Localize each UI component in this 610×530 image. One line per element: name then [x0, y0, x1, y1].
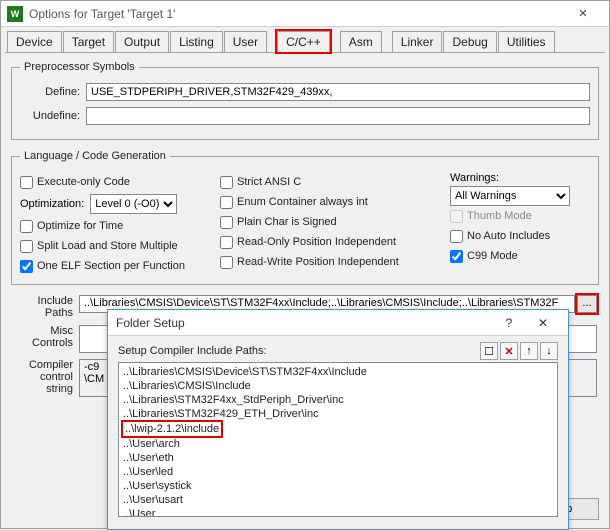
chk-plain-char[interactable]: Plain Char is Signed	[220, 212, 440, 232]
tab-output[interactable]: Output	[115, 31, 169, 52]
options-dialog: W Options for Target 'Target 1' ✕ Device…	[0, 0, 610, 529]
folder-setup-help-button[interactable]: ?	[492, 312, 526, 334]
label-undefine: Undefine:	[20, 110, 80, 122]
include-paths-listbox[interactable]: ..\Libraries\CMSIS\Device\ST\STM32F4xx\I…	[118, 362, 558, 517]
tab-ccpp[interactable]: C/C++	[277, 31, 330, 52]
window-title: Options for Target 'Target 1'	[29, 7, 175, 21]
list-item[interactable]: ..\User\arch	[123, 437, 553, 451]
chk-thumb: Thumb Mode	[450, 206, 580, 226]
tab-listing[interactable]: Listing	[170, 31, 223, 52]
list-item[interactable]: ..\User\systick	[123, 479, 553, 493]
group-language: Language / Code Generation Execute-only …	[11, 150, 599, 285]
titlebar: W Options for Target 'Target 1' ✕	[1, 1, 609, 27]
legend-language: Language / Code Generation	[20, 150, 170, 162]
select-warnings[interactable]: All Warnings	[450, 186, 570, 206]
folder-setup-dialog: Folder Setup ? ✕ Setup Compiler Include …	[107, 309, 569, 530]
label-define: Define:	[20, 86, 80, 98]
list-item[interactable]: ..\Libraries\CMSIS\Device\ST\STM32F4xx\I…	[123, 365, 553, 379]
folder-setup-close-button[interactable]: ✕	[526, 312, 560, 334]
tool-moveup-icon[interactable]: ↑	[520, 342, 538, 360]
chk-one-elf[interactable]: One ELF Section per Function	[20, 256, 210, 276]
list-item[interactable]: ..\Libraries\STM32F4xx_StdPeriph_Driver\…	[123, 393, 553, 407]
input-define[interactable]	[86, 83, 590, 101]
tab-device[interactable]: Device	[7, 31, 62, 52]
label-misc-controls: Misc Controls	[13, 325, 73, 349]
tool-delete-icon[interactable]: ✕	[500, 342, 518, 360]
chk-exec-only[interactable]: Execute-only Code	[20, 172, 210, 192]
select-optimization[interactable]: Level 0 (-O0)	[90, 194, 177, 214]
browse-include-button[interactable]: ...	[577, 295, 597, 313]
chk-noauto[interactable]: No Auto Includes	[450, 226, 580, 246]
label-compiler-string: Compiler control string	[13, 359, 73, 395]
chk-split-load[interactable]: Split Load and Store Multiple	[20, 236, 210, 256]
chk-c99[interactable]: C99 Mode	[450, 246, 580, 266]
tab-spacer	[331, 31, 339, 52]
tab-debug[interactable]: Debug	[443, 31, 496, 52]
tab-target[interactable]: Target	[63, 31, 114, 52]
chk-ropi[interactable]: Read-Only Position Independent	[220, 232, 440, 252]
chk-rwpi[interactable]: Read-Write Position Independent	[220, 252, 440, 272]
label-optimization: Optimization:	[20, 198, 84, 210]
list-item[interactable]: ..\Libraries\CMSIS\Include	[123, 379, 553, 393]
tab-bar: Device Target Output Listing User C/C++ …	[1, 27, 609, 52]
list-item[interactable]: ..\User\eth	[123, 451, 553, 465]
tab-utilities[interactable]: Utilities	[498, 31, 555, 52]
list-item[interactable]: ..\User\led	[123, 465, 553, 479]
tab-spacer	[383, 31, 391, 52]
group-preprocessor: Preprocessor Symbols Define: Undefine:	[11, 61, 599, 140]
close-button[interactable]: ✕	[563, 2, 603, 26]
tab-asm[interactable]: Asm	[340, 31, 382, 52]
chk-strict-ansi[interactable]: Strict ANSI C	[220, 172, 440, 192]
chk-enum-int[interactable]: Enum Container always int	[220, 192, 440, 212]
list-item[interactable]: ..\User	[123, 507, 553, 517]
list-item[interactable]: ..\Libraries\STM32F429_ETH_Driver\inc	[123, 407, 553, 421]
app-icon: W	[7, 6, 23, 22]
list-item-highlighted[interactable]: ..\lwip-2.1.2\include	[123, 422, 221, 436]
label-setup-paths: Setup Compiler Include Paths:	[118, 345, 267, 357]
tab-linker[interactable]: Linker	[392, 31, 443, 52]
tool-new-icon[interactable]: ☐	[480, 342, 498, 360]
folder-setup-title: Folder Setup	[116, 316, 185, 330]
label-warnings: Warnings:	[450, 172, 499, 184]
legend-preprocessor: Preprocessor Symbols	[20, 61, 139, 73]
tab-spacer	[268, 31, 276, 52]
list-item[interactable]: ..\User\usart	[123, 493, 553, 507]
input-undefine[interactable]	[86, 107, 590, 125]
folder-setup-titlebar: Folder Setup ? ✕	[108, 310, 568, 336]
chk-opt-time[interactable]: Optimize for Time	[20, 216, 210, 236]
label-include-paths: Include Paths	[13, 295, 73, 319]
tool-movedown-icon[interactable]: ↓	[540, 342, 558, 360]
tab-user[interactable]: User	[224, 31, 267, 52]
